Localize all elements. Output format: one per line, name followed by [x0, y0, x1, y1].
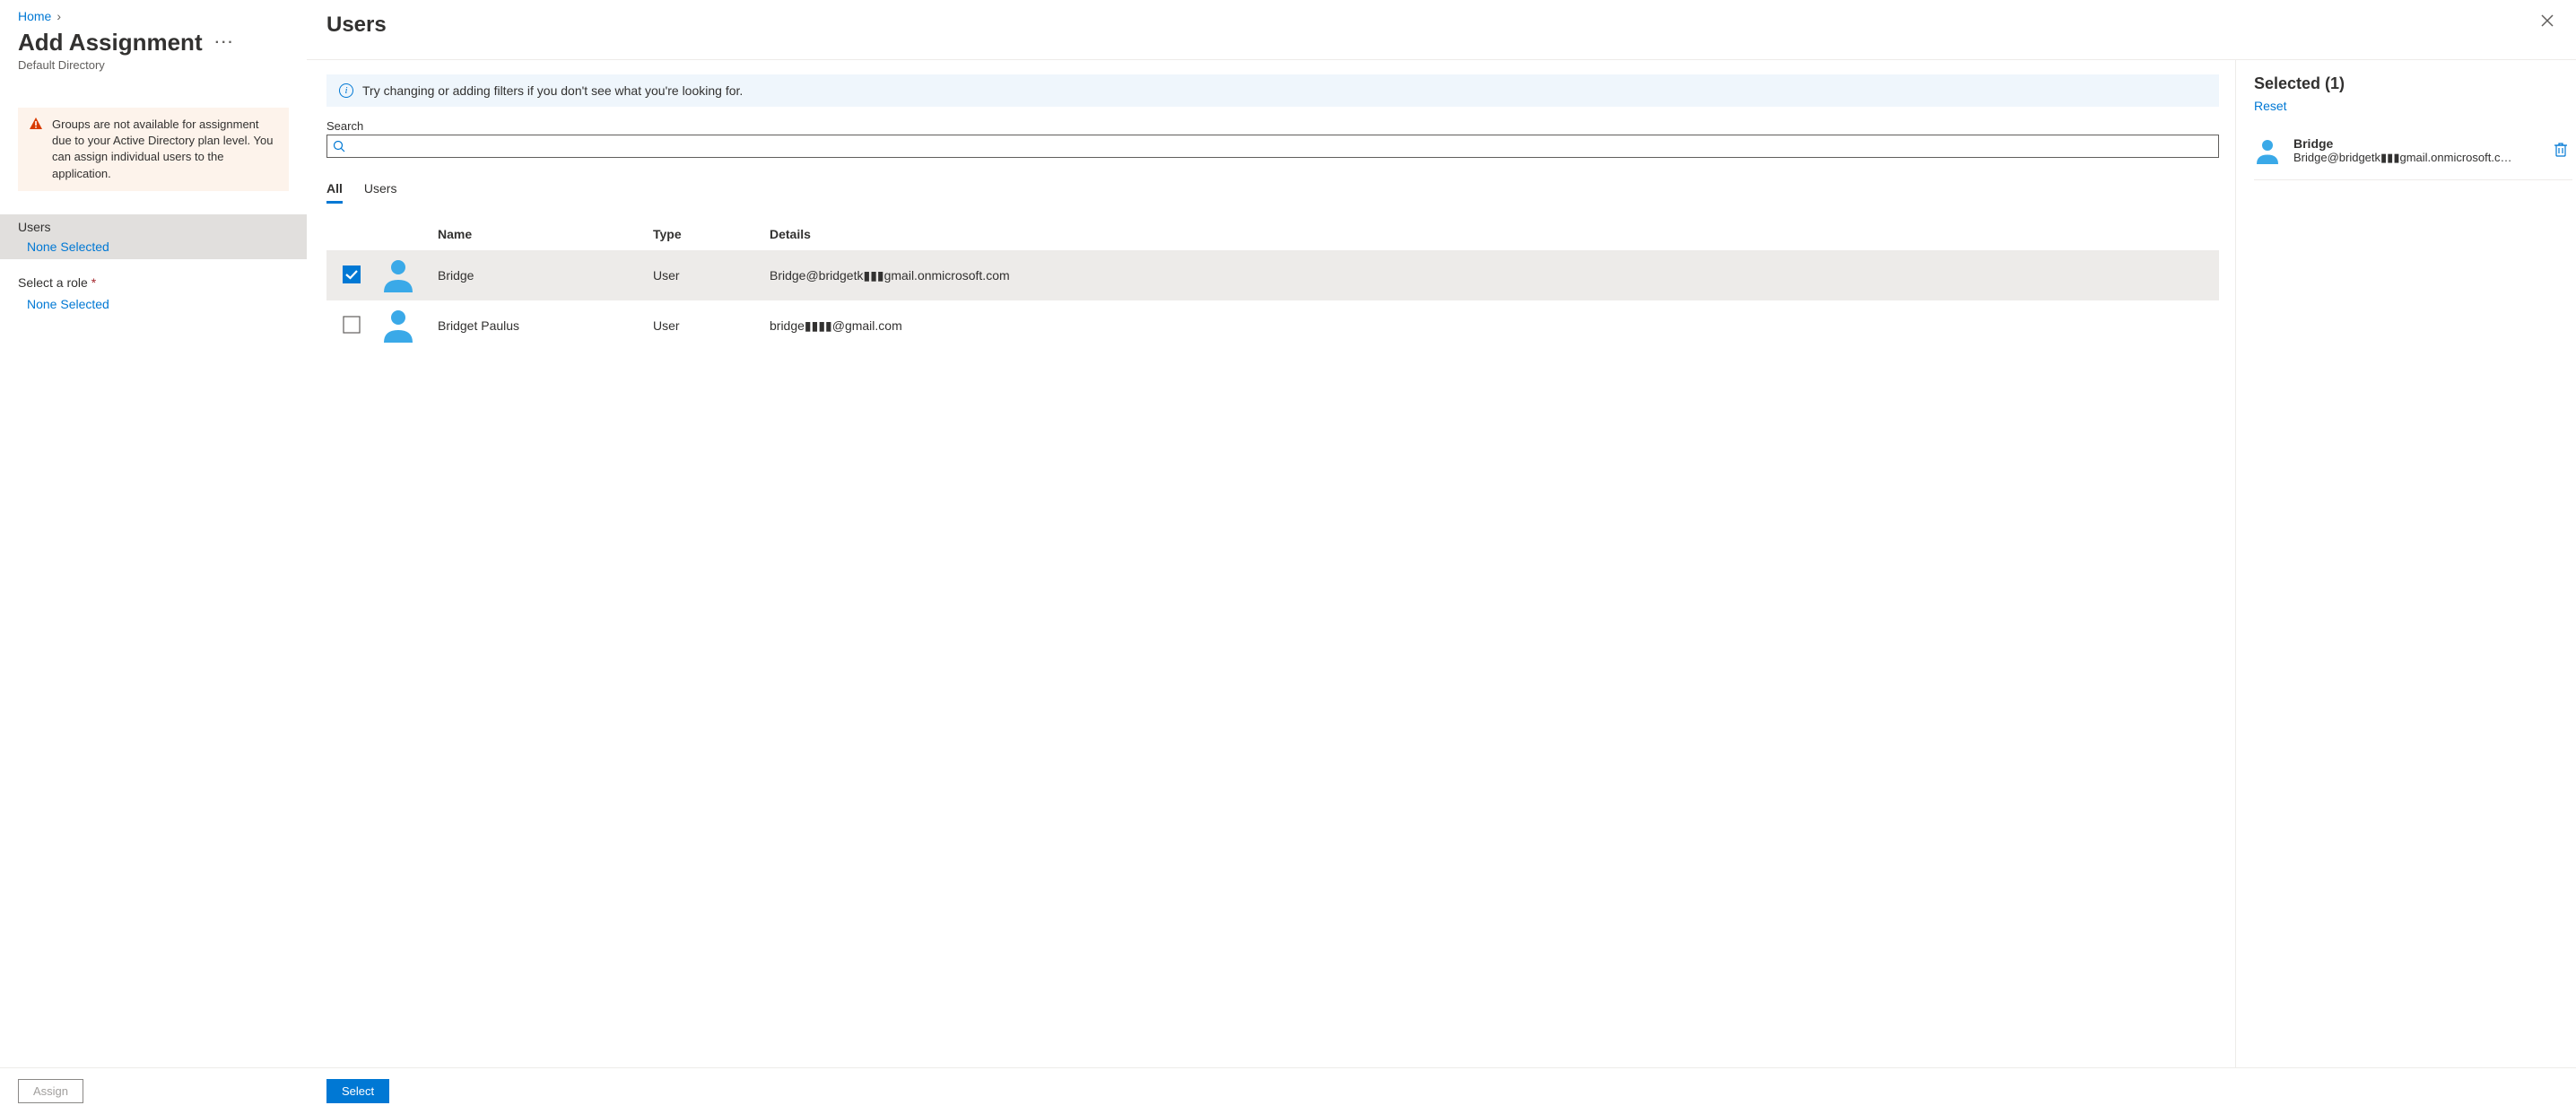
close-button[interactable]	[2535, 7, 2560, 39]
tab-all[interactable]: All	[326, 181, 343, 204]
column-header-details: Details	[770, 227, 2219, 241]
warning-text: Groups are not available for assignment …	[52, 117, 278, 182]
warning-icon	[29, 117, 43, 131]
search-label: Search	[326, 119, 2219, 133]
selected-item-email: Bridge@bridgetk▮▮▮gmail.onmicrosoft.c…	[2293, 151, 2518, 165]
page-subtitle: Default Directory	[0, 57, 307, 72]
breadcrumb-home[interactable]: Home	[18, 9, 51, 23]
search-input[interactable]	[345, 140, 2213, 153]
required-indicator: *	[91, 275, 96, 290]
trash-icon	[2553, 141, 2569, 157]
table-row[interactable]: Bridge User Bridge@bridgetk▮▮▮gmail.onmi…	[326, 250, 2219, 300]
tab-users[interactable]: Users	[364, 181, 397, 204]
row-type: User	[653, 318, 770, 333]
row-details: bridge▮▮▮▮@gmail.com	[770, 318, 2219, 334]
chevron-right-icon: ›	[57, 9, 61, 23]
row-details: Bridge@bridgetk▮▮▮gmail.onmicrosoft.com	[770, 268, 2219, 283]
selected-item-name: Bridge	[2293, 136, 2537, 151]
selected-item: Bridge Bridge@bridgetk▮▮▮gmail.onmicroso…	[2254, 136, 2572, 165]
select-button[interactable]: Select	[326, 1079, 389, 1103]
close-icon	[2540, 13, 2554, 28]
more-actions-button[interactable]: ···	[215, 35, 235, 51]
role-selection-link[interactable]: None Selected	[0, 292, 307, 311]
remove-selected-button[interactable]	[2549, 137, 2572, 165]
row-name: Bridget Paulus	[438, 318, 653, 333]
breadcrumb: Home ›	[0, 9, 307, 29]
page-title: Add Assignment	[18, 29, 203, 57]
blade-title: Users	[326, 7, 387, 59]
info-icon: i	[339, 83, 353, 98]
row-type: User	[653, 268, 770, 283]
checkbox-unchecked-icon[interactable]	[343, 316, 361, 334]
person-icon	[380, 257, 416, 292]
users-section-label: Users	[18, 220, 307, 234]
search-icon	[333, 140, 345, 152]
info-banner: i Try changing or adding filters if you …	[326, 74, 2219, 107]
column-header-name: Name	[438, 227, 653, 241]
warning-banner: Groups are not available for assignment …	[18, 108, 289, 191]
column-header-type: Type	[653, 227, 770, 241]
role-section-label: Select a role	[18, 275, 88, 290]
row-name: Bridge	[438, 268, 653, 283]
table-row[interactable]: Bridget Paulus User bridge▮▮▮▮@gmail.com	[326, 300, 2219, 351]
person-icon	[2254, 137, 2281, 164]
users-selection-link[interactable]: None Selected	[18, 234, 307, 254]
person-icon	[380, 307, 416, 343]
info-text: Try changing or adding filters if you do…	[362, 83, 743, 98]
reset-link[interactable]: Reset	[2254, 99, 2572, 113]
assign-button[interactable]: Assign	[18, 1079, 83, 1103]
checkbox-checked-icon[interactable]	[343, 265, 361, 283]
selected-panel-title: Selected (1)	[2254, 74, 2572, 93]
search-box[interactable]	[326, 135, 2219, 158]
